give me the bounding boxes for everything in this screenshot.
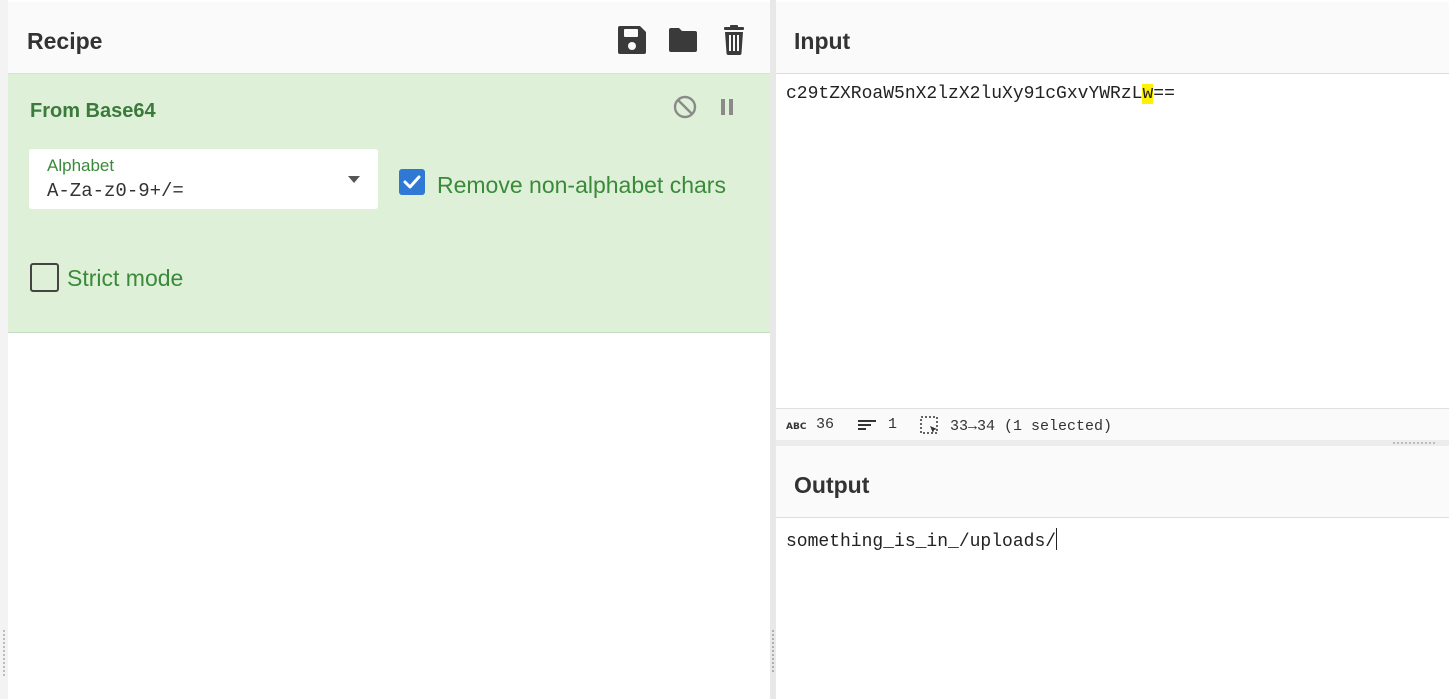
remove-non-alphabet-label: Remove non-alphabet chars — [437, 172, 726, 198]
remove-non-alphabet-checkbox[interactable] — [399, 169, 425, 195]
svg-text:ABC: ABC — [786, 422, 806, 432]
input-status-bar: ABC 36 1 33→34 (1 selected) — [776, 408, 1449, 441]
folder-icon[interactable] — [667, 24, 699, 56]
alphabet-label: Alphabet — [47, 156, 115, 175]
input-title: Input — [794, 28, 851, 54]
output-textarea[interactable]: something_is_in_/uploads/ — [776, 518, 1449, 699]
chevron-down-icon — [348, 176, 360, 183]
strict-mode-checkbox[interactable] — [30, 263, 59, 292]
recipe-header: Recipe — [8, 2, 770, 74]
splitter-grip[interactable] — [1393, 442, 1437, 444]
left-edge-strip — [0, 0, 8, 699]
abc-icon: ABC — [786, 422, 806, 432]
input-text-selected: w — [1142, 84, 1154, 104]
input-text-after: == — [1153, 84, 1175, 104]
operation-from-base64[interactable]: From Base64 Alphabet A-Za-z0-9+/= Remove… — [8, 74, 770, 333]
selection-icon — [920, 416, 938, 434]
divider-grip[interactable] — [772, 630, 774, 674]
recipe-title: Recipe — [27, 28, 103, 54]
input-text-before: c29tZXRoaW5nX2lzX2luXy91cGxvYWRzL — [786, 84, 1143, 104]
input-header: Input — [776, 2, 1449, 74]
output-text-wrap: something_is_in_/uploads/ — [786, 528, 1058, 552]
output-title: Output — [794, 472, 870, 498]
selection-value: 33→34 (1 selected) — [950, 417, 1113, 435]
trash-icon[interactable] — [718, 24, 750, 56]
length-status: ABC 36 — [786, 416, 834, 433]
length-value: 36 — [816, 416, 835, 433]
operation-title: From Base64 — [30, 100, 156, 122]
save-icon[interactable] — [616, 24, 648, 56]
selection-status: 33→34 (1 selected) — [920, 416, 1112, 436]
input-textarea[interactable]: c29tZXRoaW5nX2lzX2luXy91cGxvYWRzLw== — [776, 74, 1449, 408]
alphabet-value: A-Za-z0-9+/= — [47, 180, 184, 202]
pause-icon[interactable] — [714, 94, 740, 120]
text-cursor — [1056, 528, 1058, 550]
output-text: something_is_in_/uploads/ — [786, 532, 1057, 552]
lines-icon — [858, 419, 876, 430]
disable-icon[interactable] — [672, 94, 698, 120]
left-resize-handle[interactable] — [3, 630, 5, 676]
recipe-panel: Recipe From Base64 Alphabet A-Za-z0-9+/=… — [8, 0, 770, 699]
alphabet-select[interactable]: Alphabet A-Za-z0-9+/= — [29, 149, 378, 209]
lines-status: 1 — [858, 416, 897, 433]
strict-mode-label: Strict mode — [67, 265, 184, 291]
output-header: Output — [776, 446, 1449, 518]
input-text: c29tZXRoaW5nX2lzX2luXy91cGxvYWRzLw== — [786, 84, 1175, 104]
lines-value: 1 — [888, 416, 898, 433]
